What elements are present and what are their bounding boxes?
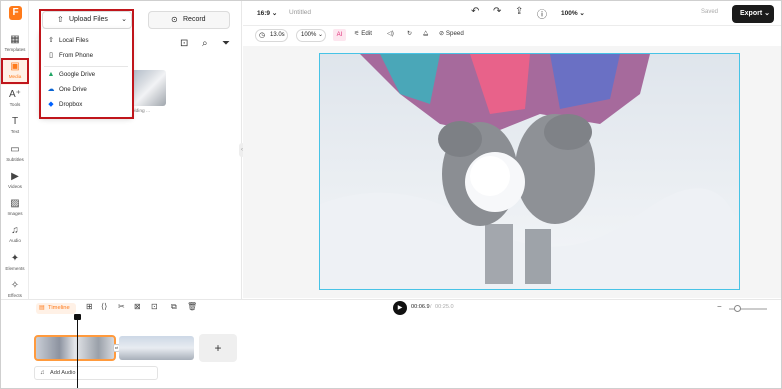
top-bar: 16:9 ⌄ Untitled ↶ ↷ ⇪ ⓘ 100% ⌄ Saved Exp… <box>243 1 781 26</box>
new-folder-icon[interactable]: ⊡ <box>180 38 188 49</box>
playhead[interactable] <box>77 316 78 388</box>
rail-item-elements[interactable]: ✦ Elements <box>1 251 29 277</box>
effects-icon: ✧ <box>10 280 20 291</box>
timeline-zoom-handle[interactable] <box>734 305 741 312</box>
aspect-ratio-value: 16:9 <box>257 10 271 17</box>
text-icon: T <box>11 116 19 127</box>
export-label: Export <box>740 10 763 17</box>
delete-icon[interactable]: 🗑 <box>187 302 197 311</box>
rail-item-effects[interactable]: ✧ Effects <box>1 278 29 298</box>
project-title[interactable]: Untitled <box>289 9 311 16</box>
video-preview[interactable] <box>319 53 740 290</box>
rail-item-audio[interactable]: ♫ Audio <box>1 223 29 249</box>
rail-item-label: Tools <box>9 102 21 107</box>
rail-item-label: Images <box>7 211 23 216</box>
templates-icon: ▦ <box>10 34 20 45</box>
split-icon[interactable]: ⟨⟩ <box>101 302 107 311</box>
app-logo: F <box>9 6 22 20</box>
caption-icon[interactable]: ⊡ <box>151 302 158 311</box>
duplicate-icon[interactable]: ⧉ <box>171 302 177 312</box>
images-icon: ▨ <box>10 198 20 209</box>
rail-item-label: Effects <box>8 293 22 298</box>
export-button[interactable]: Export ⌄ <box>732 5 774 23</box>
timeline-toolbar: ▤ Timeline ⊞ ⟨⟩ ✂ ⊠ ⊡ ⧉ 🗑 ▶ 00:06.9 / 00… <box>1 299 781 316</box>
add-clip-button[interactable]: + <box>199 334 237 362</box>
clip-zoom-select[interactable]: 100% ⌄ <box>296 29 326 42</box>
cloud-upload-icon[interactable]: ⇪ <box>515 6 523 17</box>
rail-item-label: Audio <box>9 238 21 243</box>
clock-icon: ◷ <box>259 32 266 39</box>
record-button[interactable]: ⊙ Record <box>148 11 230 29</box>
play-button[interactable]: ▶ <box>393 301 407 315</box>
zoom-out-icon[interactable]: − <box>717 302 722 311</box>
current-time: 00:06.9 <box>411 304 430 310</box>
ai-tools-icon[interactable]: AI <box>333 29 346 41</box>
rail-item-label: Subtitles <box>6 157 24 162</box>
add-icon[interactable]: ⊞ <box>86 302 93 311</box>
timeline-tab[interactable]: ▤ Timeline <box>36 303 76 314</box>
record-label: Record <box>183 16 206 23</box>
duration-value: 13.0s <box>270 32 285 38</box>
edit-button[interactable]: ⚟ Edit <box>354 30 372 37</box>
tools-icon: A⁺ <box>9 89 21 100</box>
scissors-icon[interactable]: ✂ <box>118 302 125 311</box>
rail-item-label: Videos <box>8 184 22 189</box>
rotate-icon[interactable]: ↻ <box>407 30 412 37</box>
video-clip-2[interactable] <box>119 336 194 360</box>
volume-icon[interactable]: ◁) <box>387 30 394 37</box>
duration-field[interactable]: ◷ 13.0s <box>255 29 288 42</box>
rail-item-videos[interactable]: ▶ Videos <box>1 169 29 195</box>
videos-icon: ▶ <box>11 171 19 182</box>
rail-item-label: Templates <box>4 47 26 52</box>
video-frame-image <box>320 54 739 289</box>
rail-item-images[interactable]: ▨ Images <box>1 196 29 222</box>
speed-icon: ⊘ <box>439 30 445 37</box>
rail-item-label: Text <box>10 129 20 134</box>
redo-icon[interactable]: ↷ <box>493 6 501 17</box>
video-clip-1[interactable] <box>34 335 116 361</box>
subtitles-icon: ▭ <box>10 144 20 155</box>
save-status: Saved <box>701 9 719 15</box>
timeline-icon: ▤ <box>39 305 45 311</box>
rail-item-text[interactable]: T Text <box>1 114 29 140</box>
total-time: 00:25.0 <box>435 304 454 310</box>
music-add-icon: ♫ <box>40 370 45 376</box>
aspect-ratio-select[interactable]: 16:9 ⌄ <box>257 9 277 17</box>
help-icon[interactable]: ⓘ <box>537 6 547 21</box>
undo-icon[interactable]: ↶ <box>471 6 479 17</box>
sliders-icon: ⚟ <box>354 30 360 37</box>
speed-label: Speed <box>445 30 464 37</box>
add-audio-button[interactable]: ♫ Add Audio <box>34 366 158 380</box>
canvas-zoom-select[interactable]: 100% ⌄ <box>561 9 585 17</box>
record-icon: ⊙ <box>171 15 178 24</box>
left-rail: F ▦ Templates ▣ Media A⁺ Tools T Text ▭ … <box>1 1 29 299</box>
search-icon[interactable]: ⌕ <box>202 38 208 49</box>
upload-highlight-box <box>39 9 134 119</box>
flip-icon[interactable]: ⧋ <box>423 30 429 38</box>
canvas-zoom-value: 100% <box>561 10 578 17</box>
rail-item-label: Elements <box>5 266 25 271</box>
playhead-handle[interactable] <box>74 314 81 320</box>
edit-toolbar: ◷ 13.0s 100% ⌄ AI ⚟ Edit ◁) ↻ ⧋ ⊘ Speed <box>243 27 781 45</box>
rail-item-tools[interactable]: A⁺ Tools <box>1 87 29 113</box>
rail-item-subtitles[interactable]: ▭ Subtitles <box>1 142 29 168</box>
add-audio-label: Add Audio <box>50 370 76 376</box>
edit-label: Edit <box>361 30 372 37</box>
filter-icon[interactable]: ⏷ <box>222 38 230 49</box>
time-separator: / <box>430 304 432 310</box>
timeline-label: Timeline <box>48 305 70 311</box>
speed-button[interactable]: ⊘ Speed <box>439 30 464 37</box>
rail-item-templates[interactable]: ▦ Templates <box>1 32 29 58</box>
elements-icon: ✦ <box>10 253 20 264</box>
media-highlight-box <box>1 58 29 84</box>
clip-zoom-value: 100% <box>301 32 317 38</box>
audio-icon: ♫ <box>11 225 19 236</box>
crop-icon[interactable]: ⊠ <box>134 302 141 311</box>
